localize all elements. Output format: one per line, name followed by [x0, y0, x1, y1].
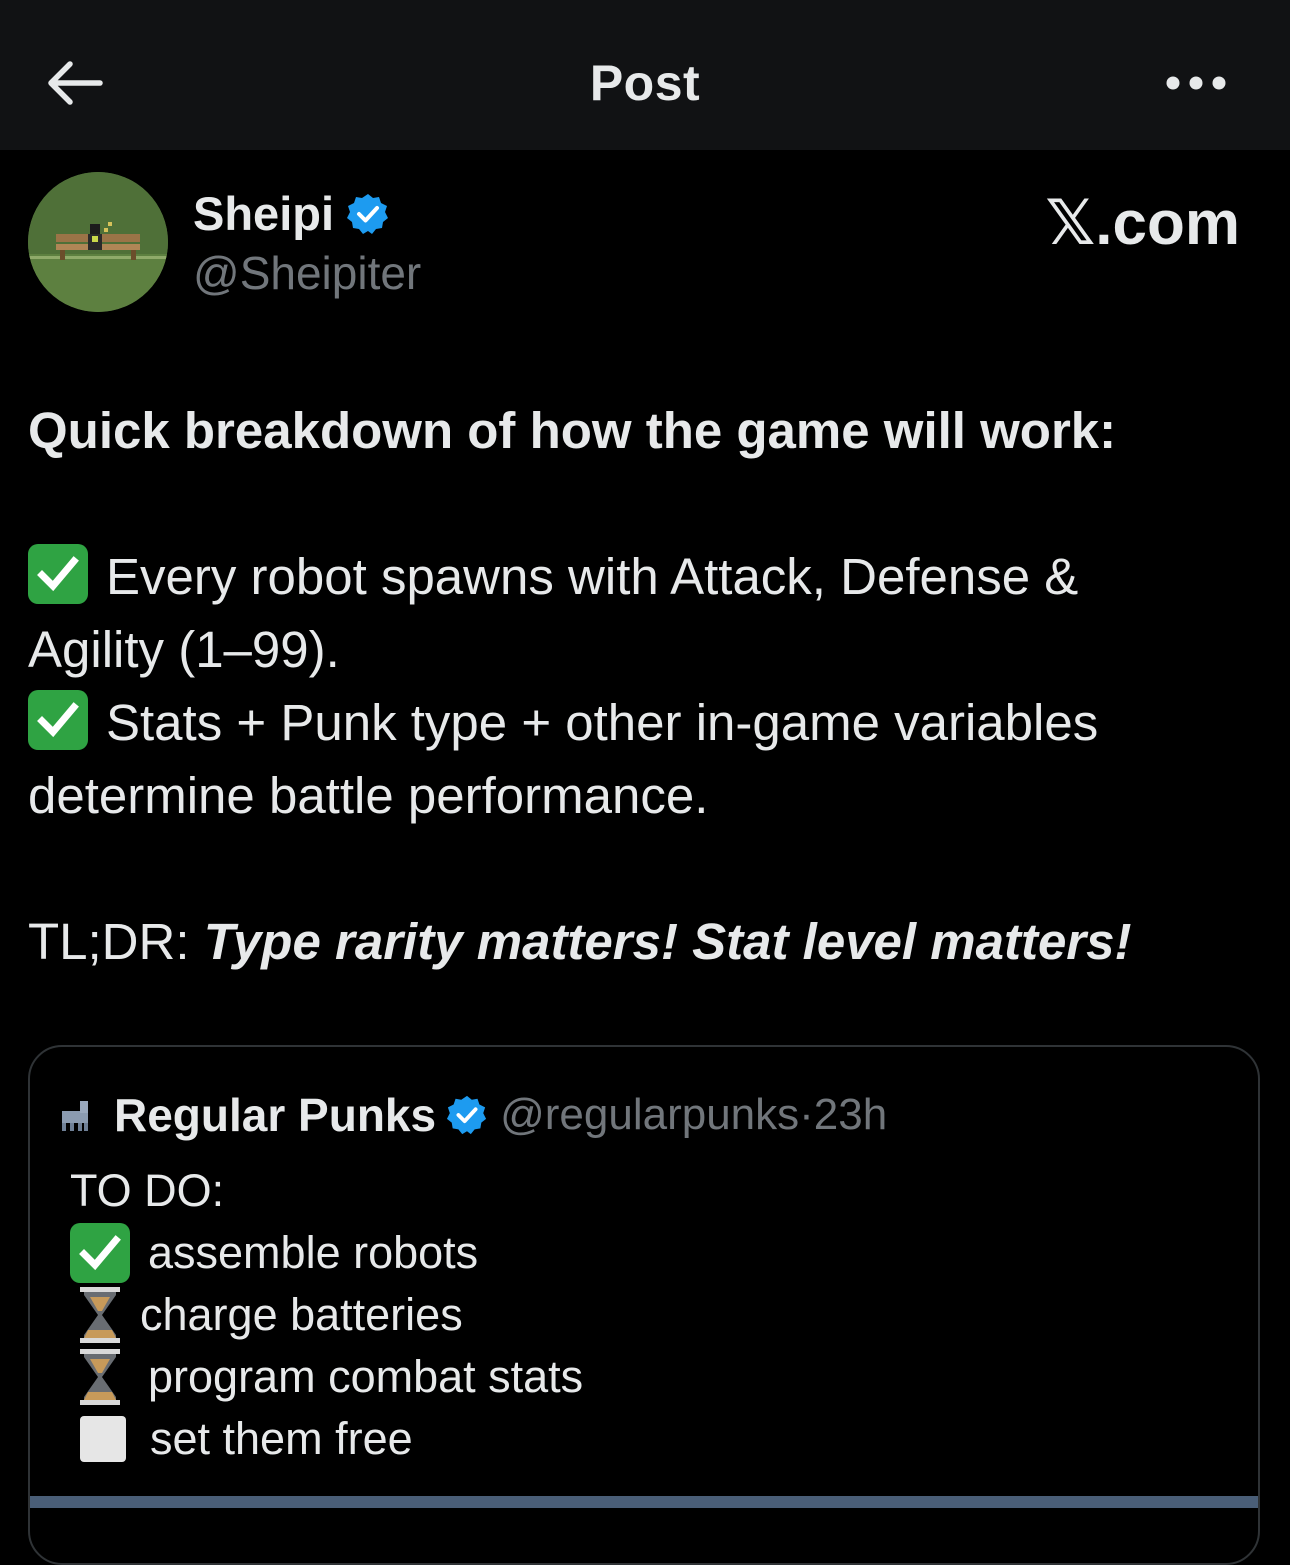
top-navigation-bar: Post: [0, 0, 1290, 150]
author-avatar[interactable]: [28, 172, 168, 312]
quoted-post-media-preview[interactable]: [30, 1496, 1258, 1508]
more-options-button[interactable]: [1156, 60, 1236, 106]
page-title: Post: [589, 55, 701, 111]
quoted-author-avatar-icon[interactable]: [52, 1093, 96, 1137]
post-line-3: Stats + Punk type + other in-game variab…: [28, 686, 1258, 759]
post-text: Quick breakdown of how the game will wor…: [28, 394, 1258, 978]
hourglass-emoji-icon: [80, 1349, 120, 1405]
post-line-4: determine battle performance.: [28, 767, 709, 824]
post-line-3-text: Stats + Punk type + other in-game variab…: [106, 694, 1099, 751]
author-handle[interactable]: @Sheipiter: [193, 246, 421, 300]
author-display-name: Sheipi: [193, 187, 335, 240]
quoted-author-name[interactable]: Regular Punks: [114, 1088, 436, 1142]
todo-heading-text: TO DO:: [70, 1165, 225, 1216]
check-mark-emoji-icon: [28, 544, 88, 604]
more-horizontal-icon: [1166, 76, 1226, 90]
author-name-row[interactable]: Sheipi: [193, 186, 390, 241]
quoted-post-header: Regular Punks @regularpunks · 23h: [52, 1088, 887, 1142]
tldr-prefix: TL;DR:: [28, 913, 204, 970]
post-line-1-text: Every robot spawns with Attack, Defense …: [106, 548, 1079, 605]
quoted-author-handle[interactable]: @regularpunks: [500, 1090, 799, 1140]
verified-badge-icon: [347, 193, 389, 234]
post-line-2: Agility (1–99).: [28, 621, 340, 678]
quoted-post-time[interactable]: 23h: [814, 1090, 887, 1140]
post-heading: Quick breakdown of how the game will wor…: [28, 402, 1117, 459]
x-com-watermark: 𝕏.com: [1045, 189, 1240, 258]
quoted-post-text: TO DO: assemble robots charge batteries …: [70, 1160, 583, 1470]
todo-item-4: set them free: [70, 1408, 583, 1470]
avatar-pixel-art-image: [28, 172, 168, 312]
check-mark-emoji-icon: [28, 690, 88, 750]
tldr-emphasis: Type rarity matters! Stat level matters!: [203, 913, 1132, 970]
verified-badge-icon: [447, 1095, 487, 1135]
todo-item-4-text: set them free: [150, 1413, 413, 1464]
post-tldr: TL;DR: Type rarity matters! Stat level m…: [28, 905, 1258, 978]
todo-item-2: charge batteries: [70, 1284, 583, 1346]
todo-item-3: program combat stats: [70, 1346, 583, 1408]
white-square-emoji-icon: [80, 1416, 126, 1462]
check-mark-emoji-icon: [70, 1223, 130, 1283]
todo-item-1: assemble robots: [70, 1222, 583, 1284]
todo-heading: TO DO:: [70, 1160, 583, 1222]
meta-separator: ·: [799, 1090, 814, 1139]
todo-item-1-text: assemble robots: [148, 1227, 479, 1278]
todo-item-2-text: charge batteries: [140, 1289, 463, 1340]
hourglass-emoji-icon: [80, 1287, 120, 1343]
post-line-1: Every robot spawns with Attack, Defense …: [28, 540, 1258, 613]
todo-item-3-text: program combat stats: [148, 1351, 584, 1402]
